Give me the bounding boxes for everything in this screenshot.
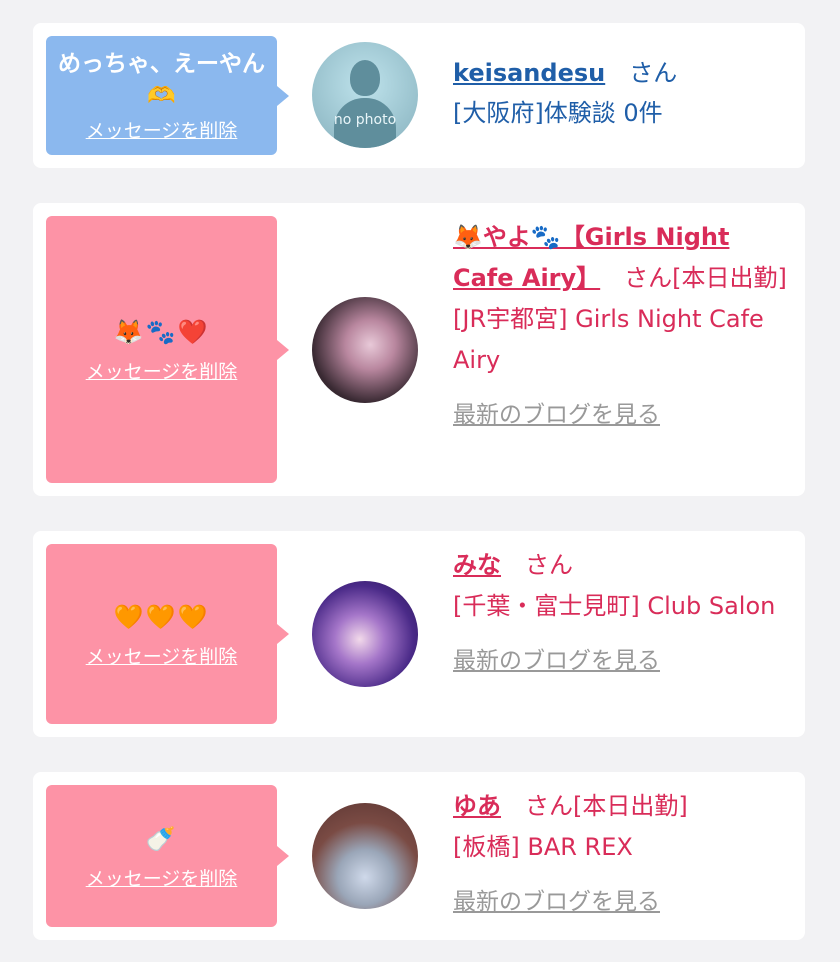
honorific: さん	[624, 264, 673, 292]
latest-blog-link[interactable]: 最新のブログを見る	[453, 402, 660, 428]
user-info: みな さん [千葉・富士見町] Club Salon 最新のブログを見る	[453, 545, 789, 675]
shop-name: [板橋] BAR REX	[453, 833, 633, 861]
message-bubble: 🧡🧡🧡 メッセージを削除	[46, 544, 289, 724]
delete-message-link[interactable]: メッセージを削除	[86, 116, 238, 143]
message-text: 🧡🧡🧡	[113, 602, 210, 631]
user-info: keisandesu さん [大阪府]体験談 0件	[453, 53, 789, 133]
user-name-link[interactable]: みな	[453, 551, 501, 579]
message-bubble: 🍼 メッセージを削除	[46, 785, 289, 927]
user-info: 🦊やよ🐾【Girls Night Cafe Airy】 さん[本日出勤] [JR宇…	[453, 217, 789, 429]
review-count: [大阪府]体験談 0件	[453, 99, 663, 127]
honorific: さん	[629, 59, 678, 87]
silhouette-icon	[350, 60, 380, 96]
no-photo-caption: no photo	[333, 112, 397, 128]
user-name-link[interactable]: ゆあ	[453, 792, 501, 820]
message-card: 🧡🧡🧡 メッセージを削除 みな さん [千葉・富士見町] Club Salon 最…	[33, 531, 805, 737]
message-card: 🍼 メッセージを削除 ゆあ さん[本日出勤] [板橋] BAR REX 最新のブロ…	[33, 772, 805, 940]
honorific: さん	[525, 792, 573, 820]
message-bubble: めっちゃ、えーやん🫶 メッセージを削除	[46, 36, 289, 155]
message-text: 🦊🐾❤️	[113, 318, 210, 346]
delete-message-link[interactable]: メッセージを削除	[86, 642, 238, 669]
message-text: 🍼	[145, 824, 178, 853]
user-info: ゆあ さん[本日出勤] [板橋] BAR REX 最新のブログを見る	[453, 786, 789, 916]
avatar[interactable]	[312, 581, 418, 687]
message-card: めっちゃ、えーやん🫶 メッセージを削除 no photo keisandesu さ…	[33, 23, 805, 168]
avatar[interactable]	[312, 297, 418, 403]
avatar[interactable]: no photo	[312, 42, 418, 148]
message-card: 🦊🐾❤️ メッセージを削除 🦊やよ🐾【Girls Night Cafe Airy…	[33, 203, 805, 496]
shop-name: [千葉・富士見町] Club Salon	[453, 592, 776, 620]
message-bubble: 🦊🐾❤️ メッセージを削除	[46, 216, 289, 483]
latest-blog-link[interactable]: 最新のブログを見る	[453, 889, 660, 915]
status-badge: [本日出勤]	[672, 264, 787, 292]
avatar[interactable]	[312, 803, 418, 909]
latest-blog-link[interactable]: 最新のブログを見る	[453, 648, 660, 674]
user-name-link[interactable]: keisandesu	[453, 59, 605, 87]
delete-message-link[interactable]: メッセージを削除	[86, 357, 238, 384]
message-text: めっちゃ、えーやん🫶	[58, 51, 265, 109]
honorific: さん	[525, 551, 573, 579]
delete-message-link[interactable]: メッセージを削除	[86, 864, 238, 891]
status-badge: [本日出勤]	[573, 792, 688, 820]
shop-name: [JR宇都宮] Girls Night Cafe Airy	[453, 305, 764, 374]
